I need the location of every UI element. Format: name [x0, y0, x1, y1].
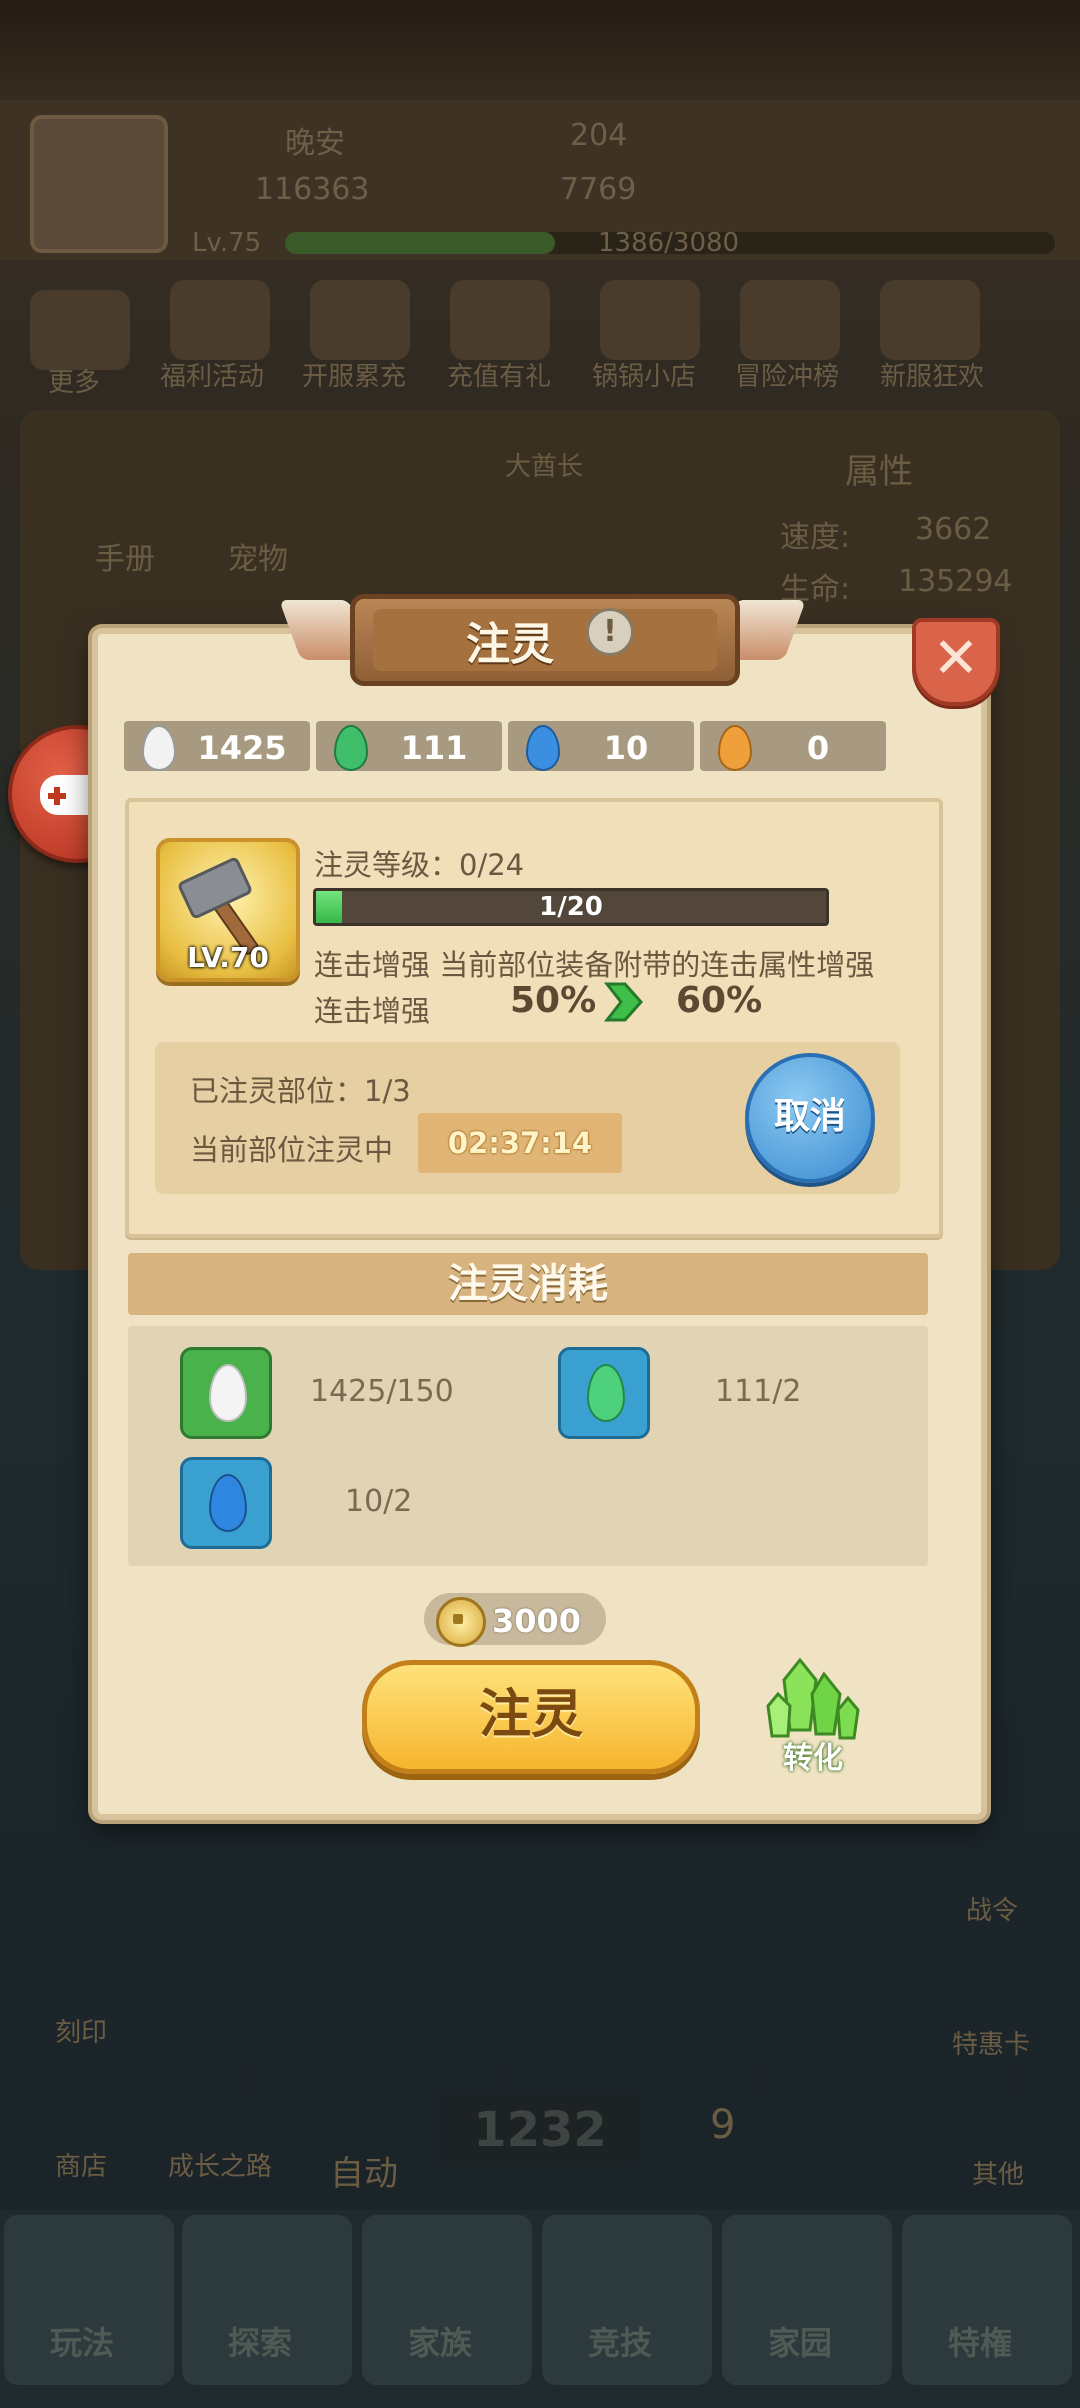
infuse-level: 注灵等级：0/24 — [314, 848, 525, 882]
currency-blue: 10 — [508, 721, 694, 771]
currency-white: 1425 — [124, 721, 310, 771]
player-name: 晚安 — [285, 126, 345, 161]
stat-current: 50% — [510, 980, 597, 1021]
stat-description: 连击增强 当前部位装备附带的连击属性增强 — [314, 948, 875, 982]
carnival-icon[interactable] — [880, 280, 980, 360]
menu-label-carnival: 新服狂欢 — [880, 362, 985, 392]
stat-next: 60% — [676, 980, 763, 1021]
nav-home-label: 家园 — [768, 2324, 833, 2362]
cost-value: 3000 — [492, 1602, 582, 1640]
infuse-progress-bar: 1/20 — [313, 888, 829, 926]
nav-guild-label: 家族 — [408, 2324, 473, 2362]
welfare-icon[interactable] — [170, 280, 270, 360]
stat-name: 连击增强 — [314, 994, 431, 1028]
menu-label-gift: 充值有礼 — [447, 362, 552, 392]
turn-badge: 9 — [710, 2102, 736, 2148]
avatar[interactable] — [30, 115, 168, 253]
infuse-timer: 02:37:14 — [418, 1113, 622, 1173]
menu-label-rank: 冒险冲榜 — [735, 362, 840, 392]
equipment-level: LV.70 — [187, 941, 269, 974]
dialog-title: 注灵 — [466, 619, 554, 670]
attr-speed-key: 速度: — [780, 520, 851, 555]
green-drop-icon — [587, 1364, 625, 1422]
white-drop-icon — [142, 725, 176, 771]
center-value: 1232 — [440, 2095, 640, 2165]
battle-pass-label: 战令 — [966, 1896, 1019, 1926]
player-level: Lv.75 — [192, 228, 262, 258]
recharge-icon[interactable] — [310, 280, 410, 360]
material-green-amount: 111/2 — [715, 1374, 802, 1409]
nav-explore-label: 探索 — [228, 2324, 293, 2362]
currency-blue-value: 10 — [603, 729, 649, 767]
gift-icon[interactable] — [450, 280, 550, 360]
center-banner: 大酋长 — [505, 452, 584, 482]
currency-orange: 0 — [700, 721, 886, 771]
close-button[interactable]: ✕ — [912, 618, 1000, 706]
orange-drop-icon — [718, 725, 752, 771]
blue-drop-icon — [209, 1474, 247, 1532]
nav-play-label: 玩法 — [50, 2324, 115, 2362]
shop-icon[interactable] — [600, 280, 700, 360]
attr-title: 属性 — [845, 452, 913, 492]
infused-parts: 已注灵部位：1/3 — [190, 1074, 411, 1108]
menu-label-more: 更多 — [48, 368, 101, 398]
menu-label-recharge: 开服累充 — [302, 362, 407, 392]
coin-count: 116363 — [255, 172, 370, 207]
other-label: 其他 — [972, 2160, 1025, 2190]
handbook-label: 手册 — [95, 542, 155, 577]
menu-label-welfare: 福利活动 — [160, 362, 265, 392]
store-label: 商店 — [55, 2152, 108, 2182]
nav-privilege-label: 特権 — [948, 2324, 1013, 2362]
food-count: 7769 — [560, 172, 637, 207]
cancel-button[interactable]: 取消 — [745, 1053, 875, 1183]
more-icon[interactable] — [30, 290, 130, 370]
currency-green-value: 111 — [400, 729, 468, 767]
currency-orange-value: 0 — [806, 729, 830, 767]
white-drop-icon — [209, 1364, 247, 1422]
coin-icon — [436, 1597, 486, 1647]
progress-text: 1/20 — [539, 892, 603, 922]
currency-green: 111 — [316, 721, 502, 771]
special-card-label: 特惠卡 — [952, 2030, 1031, 2060]
exp-text: 1386/3080 — [598, 228, 740, 258]
growth-label: 成长之路 — [168, 2152, 273, 2182]
convert-label: 转化 — [783, 1741, 843, 1776]
rank-icon[interactable] — [740, 280, 840, 360]
auto-label: 自动 — [330, 2154, 398, 2194]
consumption-title: 注灵消耗 — [128, 1253, 928, 1315]
info-icon[interactable]: ! — [586, 608, 634, 656]
material-white-amount: 1425/150 — [310, 1374, 454, 1409]
material-blue-slot[interactable] — [180, 1457, 272, 1549]
pet-label: 宠物 — [228, 542, 288, 577]
currency-white-value: 1425 — [197, 729, 287, 767]
arrow-right-icon — [603, 982, 643, 1022]
current-part-status: 当前部位注灵中 — [190, 1133, 394, 1167]
attr-speed-value: 3662 — [915, 512, 992, 547]
equipment-slot[interactable]: LV.70 — [156, 838, 300, 982]
attr-hp-value: 135294 — [898, 564, 1013, 599]
material-green-slot[interactable] — [558, 1347, 650, 1439]
gem-count: 204 — [570, 118, 628, 153]
material-white-slot[interactable] — [180, 1347, 272, 1439]
infuse-button[interactable]: 注灵 — [362, 1660, 700, 1774]
green-drop-icon — [334, 725, 368, 771]
engrave-label: 刻印 — [55, 2018, 108, 2048]
menu-label-shop: 锅锅小店 — [592, 362, 697, 392]
nav-arena-label: 竞技 — [588, 2324, 653, 2362]
material-blue-amount: 10/2 — [345, 1484, 413, 1519]
blue-drop-icon — [526, 725, 560, 771]
